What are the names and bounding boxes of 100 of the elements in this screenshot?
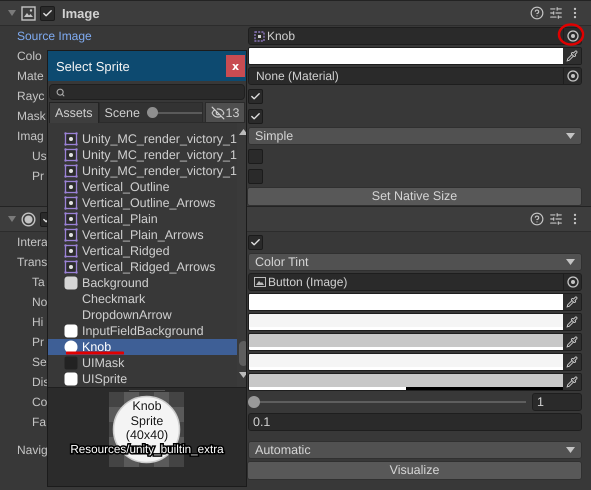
caret-icon [566, 447, 575, 453]
field-label: Colo [17, 49, 42, 63]
search-field[interactable] [49, 84, 245, 100]
object-field[interactable]: Button (Image) [248, 273, 582, 291]
search-icon [56, 88, 65, 96]
sprite-list-item[interactable]: DropdownArrow [48, 307, 237, 323]
sprite-icon [64, 196, 78, 210]
checkbox[interactable] [248, 168, 263, 184]
field-label: Pr [32, 169, 44, 183]
field-label: Mate [17, 69, 44, 83]
foldout-arrow-icon[interactable] [7, 8, 17, 18]
eyedropper-button[interactable] [563, 48, 581, 64]
number-field[interactable]: 0.1 [248, 413, 582, 431]
checkbox[interactable] [248, 148, 263, 164]
sprite-list-item[interactable]: Vertical_Plain [48, 211, 237, 227]
image-icon [254, 277, 266, 287]
sprite-icon [64, 164, 78, 178]
help-icon[interactable] [529, 212, 544, 226]
annotation-circle [557, 22, 585, 47]
eyedropper-button[interactable] [563, 374, 581, 390]
sprite-icon [254, 30, 265, 42]
caret-icon [566, 133, 575, 139]
dropdown[interactable]: Simple [248, 127, 582, 145]
sprite-list-item[interactable]: Background [48, 275, 237, 291]
check-icon [42, 8, 53, 18]
check-icon [250, 236, 261, 248]
sprite-list-item[interactable]: Vertical_Ridged_Arrows [48, 259, 237, 275]
target-icon [566, 30, 578, 42]
circle-icon [64, 340, 78, 354]
dropdown[interactable]: Color Tint [248, 253, 582, 271]
field-label: Navig [17, 443, 48, 457]
scroll-down-icon[interactable] [238, 372, 246, 378]
sprite-icon [64, 244, 78, 258]
object-picker-button[interactable] [563, 274, 581, 290]
sprite-list-item[interactable]: Knob [48, 339, 237, 355]
object-field[interactable]: None (Material) [248, 67, 582, 85]
size-slider-thumb[interactable] [146, 106, 158, 118]
number-field[interactable]: 1 [532, 393, 582, 411]
sprite-icon [64, 228, 78, 242]
object-field[interactable]: Knob [248, 27, 582, 45]
close-button[interactable]: x [226, 55, 245, 77]
field-label: Source Image [17, 29, 92, 43]
field-label: Pr [32, 335, 44, 349]
eyedropper-button[interactable] [563, 294, 581, 310]
caret-icon [566, 259, 575, 265]
color-field[interactable] [248, 333, 582, 351]
component-title: Image [62, 6, 100, 20]
color-field[interactable] [248, 373, 582, 391]
field-label: Rayc [17, 89, 44, 103]
preview-info-text: (40x40) [126, 428, 168, 442]
sprite-list-item[interactable]: Unity_MC_render_victory_1 [48, 147, 237, 163]
action-button[interactable]: Set Native Size [247, 186, 582, 206]
button-component-icon [21, 212, 36, 226]
object-picker-button[interactable] [563, 68, 581, 84]
field-label: Co [32, 395, 48, 409]
hidden-items-toggle[interactable]: 13 [205, 102, 245, 123]
scroll-up-icon[interactable] [238, 129, 246, 135]
help-icon[interactable] [529, 6, 544, 20]
sprite-list-item[interactable]: Unity_MC_render_victory_1 [48, 163, 237, 179]
sprite-list-item[interactable]: Vertical_Ridged [48, 243, 237, 259]
checkbox[interactable] [248, 234, 263, 250]
field-label: Us [32, 149, 47, 163]
sprite-icon [64, 260, 78, 274]
checkbox[interactable] [248, 108, 263, 124]
annotation-underline [66, 351, 124, 355]
sprite-list-item[interactable]: Checkmark [48, 291, 237, 307]
color-field[interactable] [248, 313, 582, 331]
color-field[interactable] [248, 353, 582, 371]
component-header[interactable]: Image [0, 0, 591, 26]
enabled-checkbox[interactable] [40, 6, 55, 20]
sprite-list-item[interactable]: Unity_MC_render_victory_1 [48, 131, 237, 147]
sprite-list-item[interactable]: InputFieldBackground [48, 323, 237, 339]
action-button[interactable]: Visualize [247, 460, 582, 480]
checkbox[interactable] [248, 88, 263, 104]
field-label: Trans [17, 255, 48, 269]
field-label: Se [32, 355, 47, 369]
eyedropper-button[interactable] [563, 314, 581, 330]
dropdown[interactable]: Automatic [248, 441, 582, 459]
field-value: Knob [267, 29, 296, 43]
field-label: Imag [17, 129, 44, 143]
tab[interactable]: Assets [49, 102, 99, 123]
sprite-list-item[interactable]: Vertical_Plain_Arrows [48, 227, 237, 243]
check-icon [250, 110, 261, 122]
eyedropper-button[interactable] [563, 354, 581, 370]
color-field[interactable] [248, 47, 582, 65]
sprite-list-item[interactable]: UISprite [48, 371, 237, 387]
sprite-list-item[interactable]: Vertical_Outline_Arrows [48, 195, 237, 211]
field-label: No [32, 295, 48, 309]
square-icon [64, 276, 78, 290]
foldout-arrow-icon[interactable] [7, 214, 17, 224]
sprite-list-item[interactable]: UIMask [48, 355, 237, 371]
slider-thumb[interactable] [248, 396, 260, 408]
color-field[interactable] [248, 293, 582, 311]
scrollbar-thumb[interactable] [238, 341, 246, 366]
eyedropper-button[interactable] [563, 334, 581, 350]
sprite-list-item[interactable]: Vertical_Outline [48, 179, 237, 195]
tab[interactable]: Scene [98, 102, 203, 123]
presets-icon[interactable] [548, 212, 563, 226]
presets-icon[interactable] [548, 6, 563, 20]
field-label: Intera [17, 235, 48, 249]
